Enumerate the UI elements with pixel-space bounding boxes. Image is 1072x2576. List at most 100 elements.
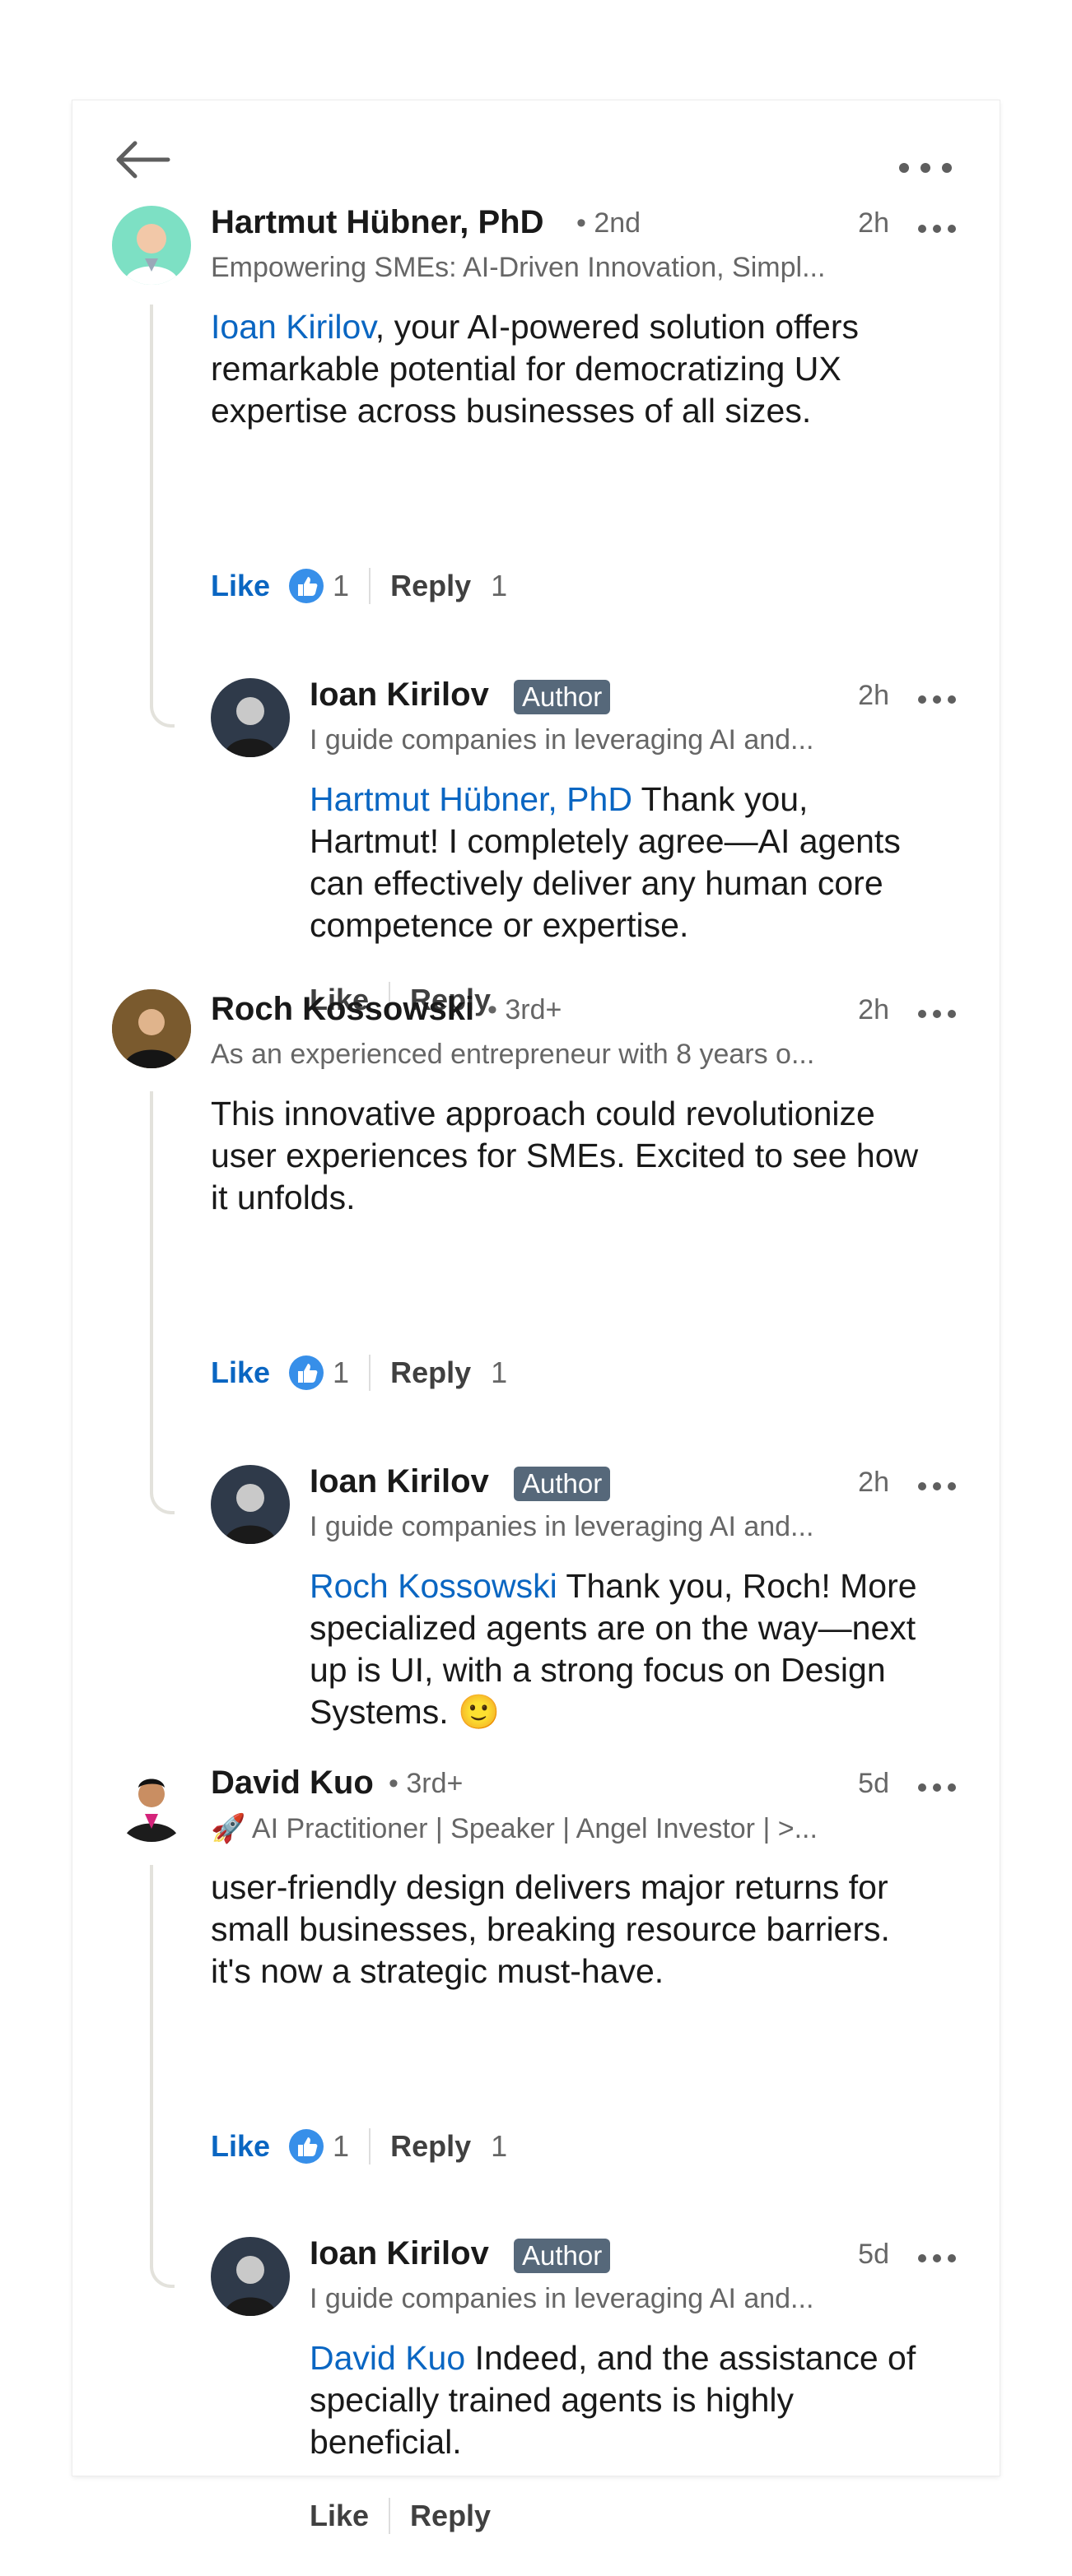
ellipsis-icon[interactable]: [912, 1470, 962, 1503]
comment-line: Thank you, Roch! More: [557, 1567, 917, 1605]
avatar[interactable]: [112, 1763, 191, 1842]
mention-link[interactable]: Ioan Kirilov: [211, 308, 375, 346]
comment-line: Hartmut! I completely agree—AI agents: [310, 822, 901, 860]
arrow-left-icon[interactable]: [110, 127, 176, 193]
ellipsis-icon[interactable]: [912, 997, 962, 1030]
comment-line: specially trained agents is highly: [310, 2381, 794, 2419]
comment-actions: Like Reply: [310, 2495, 491, 2536]
author-badge: Author: [514, 1467, 611, 1501]
divider: [389, 2498, 391, 2534]
comment-line: specialized agents are on the way—next: [310, 1609, 916, 1647]
comment-line: Indeed, and the assistance of: [465, 2339, 916, 2377]
reply-button[interactable]: Reply: [410, 2499, 491, 2533]
author-name[interactable]: Ioan Kirilov: [310, 1463, 489, 1500]
author-headline: I guide companies in leveraging AI and..…: [310, 724, 814, 756]
thumbs-up-icon[interactable]: [288, 1355, 324, 1391]
timestamp: 5d: [858, 2239, 889, 2270]
timestamp: 2h: [858, 994, 889, 1025]
thumbs-up-icon[interactable]: [288, 2128, 324, 2164]
comment-line: user-friendly design delivers major retu…: [211, 1868, 888, 1906]
comment-line: Systems. 🙂: [310, 1693, 501, 1731]
author-headline: I guide companies in leveraging AI and..…: [310, 2283, 814, 2314]
author-name[interactable]: Ioan Kirilov: [310, 677, 489, 714]
comment-actions: Like 1 Reply 1: [211, 2126, 507, 2167]
author-name[interactable]: Ioan Kirilov: [310, 2235, 489, 2272]
comment-line: , your AI-powered solution offers: [375, 308, 860, 346]
avatar-photo-icon: [112, 989, 191, 1068]
thumbs-up-icon[interactable]: [288, 568, 324, 604]
like-count: 1: [333, 2129, 350, 2163]
comment-text: Ioan Kirilov, your AI-powered solution o…: [211, 306, 968, 432]
like-button[interactable]: Like: [310, 2499, 369, 2533]
like-button[interactable]: Like: [211, 2129, 270, 2164]
mention-link[interactable]: Roch Kossowski: [310, 1567, 557, 1605]
reply-button[interactable]: Reply: [390, 2129, 471, 2164]
author-name[interactable]: Roch Kossowski: [211, 991, 474, 1028]
connection-degree: • 3rd+: [389, 1768, 464, 1799]
reply-button[interactable]: Reply: [390, 569, 471, 603]
comment-line: remarkable potential for democratizing U…: [211, 350, 841, 388]
ellipsis-icon[interactable]: [912, 1771, 962, 1804]
comment-actions: Like 1 Reply 1: [211, 565, 507, 607]
divider: [369, 568, 371, 604]
avatar-photo-icon: [224, 697, 277, 757]
comment-line: expertise across businesses of all sizes…: [211, 392, 812, 430]
like-count: 1: [333, 1355, 350, 1389]
comment-line: up is UI, with a strong focus on Design: [310, 1651, 886, 1689]
timestamp: 2h: [858, 207, 889, 239]
ellipsis-icon[interactable]: [912, 683, 962, 716]
avatar-photo-icon: [124, 224, 179, 285]
avatar[interactable]: [112, 206, 191, 285]
timestamp: 2h: [858, 680, 889, 711]
ellipsis-icon[interactable]: [912, 2242, 962, 2275]
avatar[interactable]: [211, 2237, 290, 2316]
avatar[interactable]: [112, 989, 191, 1068]
like-button[interactable]: Like: [211, 1355, 270, 1390]
reply-count: 1: [491, 1355, 508, 1389]
comment-text: Hartmut Hübner, PhD Thank you, Hartmut! …: [310, 779, 985, 946]
comment-text: David Kuo Indeed, and the assistance of …: [310, 2337, 993, 2463]
reply-button[interactable]: Reply: [390, 1355, 471, 1390]
thread-line: [150, 305, 175, 728]
comment-text: Roch Kossowski Thank you, Roch! More spe…: [310, 1565, 993, 1733]
comments-panel: Hartmut Hübner, PhD • 2nd 2h Empowering …: [72, 100, 1000, 2534]
avatar-photo-icon: [224, 2256, 277, 2316]
comment-line: small businesses, breaking resource barr…: [211, 1910, 890, 1948]
divider: [369, 1355, 371, 1391]
comment-line: beneficial.: [310, 2423, 462, 2461]
top-bar: [72, 100, 1000, 207]
author-headline: 🚀 AI Practitioner | Speaker | Angel Inve…: [211, 1813, 818, 1844]
like-count: 1: [333, 569, 350, 602]
avatar[interactable]: [211, 1465, 290, 1544]
like-button[interactable]: Like: [211, 569, 270, 603]
comment-actions: Like 1 Reply 1: [211, 1352, 507, 1393]
comment-line: can effectively deliver any human core: [310, 864, 883, 902]
thread-line: [150, 1865, 175, 2288]
comment-line: it unfolds.: [211, 1179, 356, 1216]
comment-text: This innovative approach could revolutio…: [211, 1093, 985, 1219]
ellipsis-icon[interactable]: [893, 143, 958, 193]
connection-degree: • 3rd+: [487, 994, 562, 1025]
reply-count: 1: [491, 569, 508, 602]
author-badge: Author: [514, 680, 611, 714]
author-badge: Author: [514, 2239, 611, 2273]
author-name[interactable]: David Kuo: [211, 1765, 374, 1802]
connection-degree: • 2nd: [576, 207, 641, 239]
comment-line: competence or expertise.: [310, 906, 689, 944]
mention-link[interactable]: David Kuo: [310, 2339, 465, 2377]
thread-line: [150, 1091, 175, 1514]
comment-line: user experiences for SMEs. Excited to se…: [211, 1137, 919, 1174]
author-name[interactable]: Hartmut Hübner, PhD: [211, 204, 543, 241]
timestamp: 5d: [858, 1768, 889, 1799]
author-headline: I guide companies in leveraging AI and..…: [310, 1511, 814, 1542]
author-headline: Empowering SMEs: AI-Driven Innovation, S…: [211, 252, 826, 283]
comment-line: it's now a strategic must-have.: [211, 1952, 664, 1990]
author-headline: As an experienced entrepreneur with 8 ye…: [211, 1039, 815, 1070]
comment-line: This innovative approach could revolutio…: [211, 1095, 875, 1132]
avatar[interactable]: [211, 678, 290, 757]
divider: [369, 2128, 371, 2164]
comment-line: Thank you,: [632, 780, 809, 818]
reply-count: 1: [491, 2129, 508, 2163]
mention-link[interactable]: Hartmut Hübner, PhD: [310, 780, 632, 818]
ellipsis-icon[interactable]: [912, 212, 962, 245]
